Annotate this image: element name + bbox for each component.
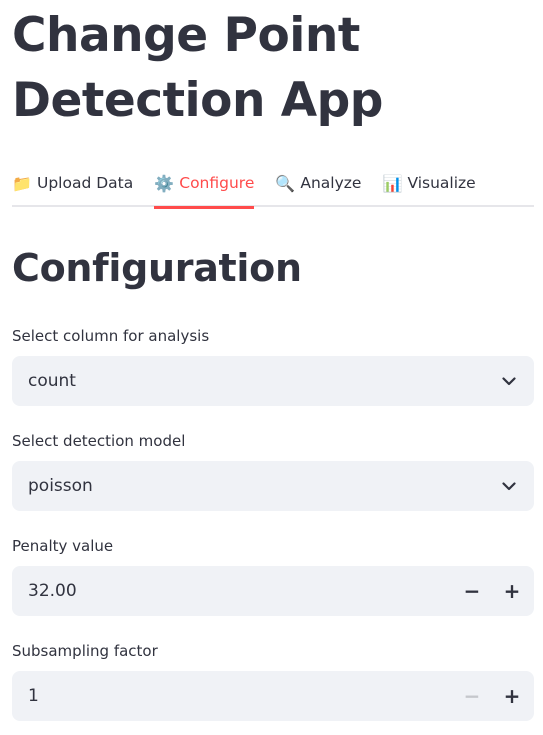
subsampling-increment-button[interactable]: +	[492, 671, 532, 721]
column-select[interactable]: count	[12, 356, 534, 406]
tab-label: Analyze	[300, 174, 362, 192]
page-title-line-1: Change Point	[12, 8, 360, 63]
tab-visualize[interactable]: 📊 Visualize	[382, 159, 475, 207]
subsampling-input[interactable]: 1 − +	[12, 671, 534, 721]
magnifier-icon: 🔍	[275, 173, 296, 193]
penalty-increment-button[interactable]: +	[492, 566, 532, 616]
tab-configure[interactable]: ⚙️ Configure	[154, 159, 255, 209]
column-select-label: Select column for analysis	[12, 327, 210, 345]
gear-icon: ⚙️	[154, 173, 175, 193]
tab-label: Configure	[179, 174, 255, 192]
model-select-field: Select detection model poisson	[12, 431, 534, 511]
column-select-value: count	[28, 371, 76, 391]
penalty-input[interactable]: 32.00 − +	[12, 566, 534, 616]
subsampling-value[interactable]: 1	[28, 686, 452, 706]
page-title: Change Point Detection App	[12, 0, 534, 133]
model-select-value: poisson	[28, 476, 93, 496]
chevron-down-icon	[489, 461, 529, 511]
model-select[interactable]: poisson	[12, 461, 534, 511]
chevron-down-icon	[489, 356, 529, 406]
tab-upload-data[interactable]: 📁 Upload Data	[12, 159, 133, 207]
penalty-field: Penalty value 32.00 − +	[12, 536, 534, 616]
tab-bar: 📁 Upload Data ⚙️ Configure 🔍 Analyze 📊 V…	[12, 159, 534, 209]
penalty-label: Penalty value	[12, 537, 114, 555]
penalty-value[interactable]: 32.00	[28, 581, 452, 601]
tab-label: Visualize	[407, 174, 476, 192]
section-title: Configuration	[12, 246, 302, 290]
subsampling-field: Subsampling factor 1 − +	[12, 641, 534, 721]
page: Change Point Detection App 📁 Upload Data…	[0, 0, 543, 735]
bar-chart-icon: 📊	[382, 173, 403, 193]
subsampling-decrement-button[interactable]: −	[452, 671, 492, 721]
model-select-label: Select detection model	[12, 432, 186, 450]
page-title-line-2: Detection App	[12, 73, 383, 128]
subsampling-label: Subsampling factor	[12, 642, 158, 660]
tab-analyze[interactable]: 🔍 Analyze	[275, 159, 361, 207]
folder-icon: 📁	[12, 173, 32, 193]
column-select-field: Select column for analysis count	[12, 326, 534, 406]
penalty-decrement-button[interactable]: −	[452, 566, 492, 616]
tab-label: Upload Data	[37, 174, 134, 192]
